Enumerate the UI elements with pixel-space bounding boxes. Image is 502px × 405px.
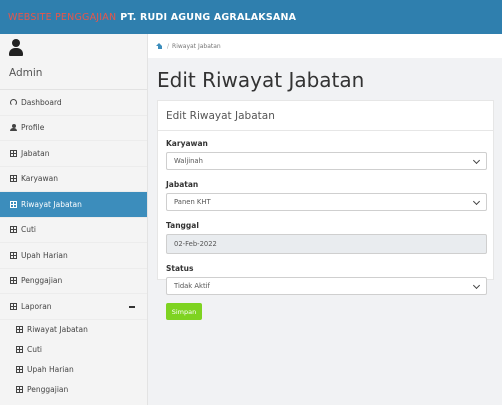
sidebar-item-jabatan[interactable]: Jabatan: [0, 141, 147, 167]
user-avatar-icon: [9, 39, 23, 57]
submenu-item-riwayat-jabatan[interactable]: Riwayat Jabatan: [0, 320, 147, 340]
sidebar-item-label: Karyawan: [21, 174, 58, 184]
jabatan-value: Panen KHT: [174, 198, 211, 206]
dashboard-icon: [10, 98, 17, 106]
table-icon: [10, 277, 17, 285]
karyawan-value: Waljinah: [174, 157, 203, 165]
main-content: / Riwayat Jabatan Edit Riwayat Jabatan E…: [148, 34, 502, 405]
breadcrumb: / Riwayat Jabatan: [148, 34, 502, 58]
jabatan-label: Jabatan: [166, 180, 199, 189]
sidebar-item-cuti[interactable]: Cuti: [0, 218, 147, 243]
edit-form-card: Edit Riwayat Jabatan Karyawan Waljinah J…: [157, 100, 494, 320]
app-title-prefix: WEBSITE PENGGAJIAN: [8, 11, 117, 23]
table-icon: [10, 175, 17, 183]
chevron-down-icon: [472, 281, 481, 290]
status-label: Status: [166, 264, 194, 273]
home-icon[interactable]: [156, 43, 163, 49]
submenu-item-cuti[interactable]: Cuti: [0, 340, 147, 360]
table-icon: [10, 251, 17, 259]
sidebar-item-profile[interactable]: Profile: [0, 116, 147, 141]
sidebar-item-dashboard[interactable]: Dashboard: [0, 90, 147, 116]
submenu-item-label: Riwayat Jabatan: [27, 325, 88, 334]
sidebar-item-karyawan[interactable]: Karyawan: [0, 167, 147, 192]
sidebar-item-label: Upah Harian: [21, 250, 68, 260]
sidebar-item-label: Riwayat Jabatan: [21, 199, 82, 209]
sidebar-item-label: Penggajian: [21, 276, 63, 286]
chevron-down-icon: [472, 156, 481, 165]
sidebar-item-label: Cuti: [21, 225, 37, 235]
submenu-item-upah-harian[interactable]: Upah Harian: [0, 360, 147, 380]
sidebar-item-penggajian[interactable]: Penggajian: [0, 269, 147, 294]
user-icon: [10, 124, 17, 132]
table-icon: [10, 149, 17, 157]
submenu-item-penggajian[interactable]: Penggajian: [0, 380, 147, 400]
tanggal-label: Tanggal: [166, 221, 199, 230]
save-button[interactable]: Simpan: [166, 303, 202, 320]
table-icon: [16, 386, 23, 393]
table-icon: [10, 226, 17, 234]
user-profile: Admin: [0, 34, 147, 90]
chevron-down-icon: [472, 197, 481, 206]
karyawan-select[interactable]: Waljinah: [166, 152, 487, 170]
table-icon: [10, 302, 17, 310]
top-bar: WEBSITE PENGGAJIAN PT. RUDI AGUNG AGRALA…: [0, 0, 502, 34]
status-value: Tidak Aktif: [174, 282, 210, 290]
laporan-submenu: Riwayat Jabatan Cuti Upah Harian Penggaj…: [0, 320, 147, 400]
sidebar-menu: Dashboard Profile Jabatan Karyawan Riway…: [0, 90, 147, 320]
sidebar-item-laporan[interactable]: Laporan: [0, 294, 147, 320]
table-icon: [16, 326, 23, 333]
page-title: Edit Riwayat Jabatan: [157, 68, 365, 92]
edit-form: Karyawan Waljinah Jabatan Panen KHT Tang…: [158, 131, 493, 320]
app-title-company: PT. RUDI AGUNG AGRALAKSANA: [120, 11, 297, 23]
karyawan-label: Karyawan: [166, 139, 208, 148]
sidebar-item-label: Laporan: [21, 301, 52, 311]
jabatan-select[interactable]: Panen KHT: [166, 193, 487, 211]
breadcrumb-separator: /: [167, 42, 170, 50]
table-icon: [10, 200, 17, 208]
user-name: Admin: [9, 67, 43, 79]
table-icon: [16, 366, 23, 373]
submenu-item-label: Upah Harian: [27, 365, 74, 374]
tanggal-value: 02-Feb-2022: [174, 240, 217, 248]
sidebar-item-label: Profile: [21, 123, 45, 133]
table-icon: [16, 346, 23, 353]
submenu-item-label: Cuti: [27, 345, 43, 354]
sidebar-item-upah-harian[interactable]: Upah Harian: [0, 243, 147, 269]
status-select[interactable]: Tidak Aktif: [166, 277, 487, 295]
sidebar-item-riwayat-jabatan[interactable]: Riwayat Jabatan: [0, 192, 147, 218]
submenu-item-label: Penggajian: [27, 385, 69, 394]
sidebar: Admin Dashboard Profile Jabatan Karyawan…: [0, 34, 148, 405]
breadcrumb-current: Riwayat Jabatan: [172, 42, 221, 50]
collapse-icon[interactable]: [129, 306, 135, 308]
sidebar-item-label: Dashboard: [21, 97, 62, 107]
tanggal-input[interactable]: 02-Feb-2022: [166, 234, 487, 254]
card-title: Edit Riwayat Jabatan: [158, 101, 493, 131]
sidebar-item-label: Jabatan: [21, 148, 50, 158]
